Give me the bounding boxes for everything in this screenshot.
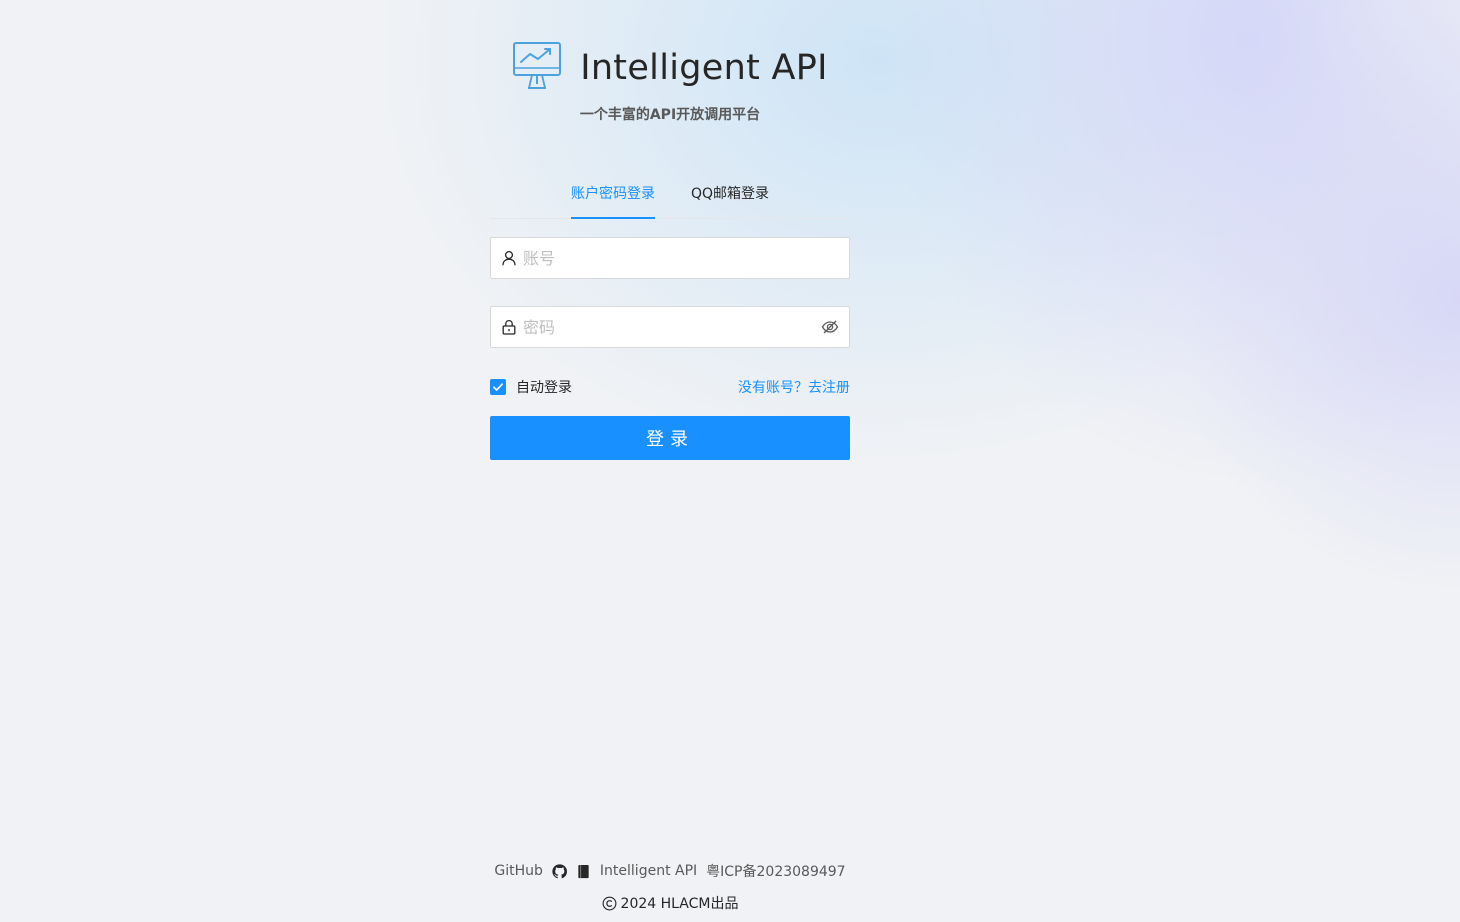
app-subtitle: 一个丰富的API开放调用平台 <box>579 107 761 123</box>
account-field[interactable] <box>490 237 850 279</box>
tab-qq-email-login[interactable]: QQ邮箱登录 <box>691 172 769 218</box>
copyright: 2024 HLACM出品 <box>602 893 739 913</box>
footer-links: GitHub Intelligent API 粤ICP备2023089497 <box>494 860 845 882</box>
brand: Intelligent API <box>512 40 828 96</box>
password-field[interactable] <box>490 306 850 348</box>
page-header: Intelligent API 一个丰富的API开放调用平台 <box>0 40 1340 124</box>
app-title: Intelligent API <box>580 48 828 88</box>
github-icon[interactable] <box>552 863 567 879</box>
options-row: 自动登录 没有账号？去注册 <box>490 377 850 397</box>
account-input[interactable] <box>523 238 839 278</box>
register-link[interactable]: 没有账号？去注册 <box>738 377 850 397</box>
checkbox-checked-icon[interactable] <box>490 379 506 395</box>
auto-login-label: 自动登录 <box>516 380 572 396</box>
login-button[interactable]: 登录 <box>490 416 850 460</box>
footer-link-intelligent-api[interactable]: Intelligent API <box>600 863 697 879</box>
auto-login-checkbox[interactable]: 自动登录 <box>490 377 572 397</box>
copyright-text: 2024 HLACM出品 <box>620 896 739 912</box>
login-form: 账户密码登录 QQ邮箱登录 账号 自动登录 没有账号？去注册 登录 <box>490 172 850 460</box>
login-tabs: 账户密码登录 QQ邮箱登录 <box>490 172 850 219</box>
footer-link-github[interactable]: GitHub <box>494 863 543 879</box>
book-icon[interactable] <box>576 864 591 879</box>
footer-link-icp[interactable]: 粤ICP备2023089497 <box>706 861 845 881</box>
copyright-icon <box>602 896 616 910</box>
user-icon <box>501 250 517 266</box>
monitor-chart-icon <box>513 42 562 89</box>
eye-invisible-icon[interactable] <box>821 318 839 336</box>
page-footer: GitHub Intelligent API 粤ICP备2023089497 2… <box>0 860 1340 913</box>
lock-icon <box>501 319 517 335</box>
tab-account-login[interactable]: 账户密码登录 <box>570 172 655 219</box>
password-input[interactable] <box>523 307 821 347</box>
